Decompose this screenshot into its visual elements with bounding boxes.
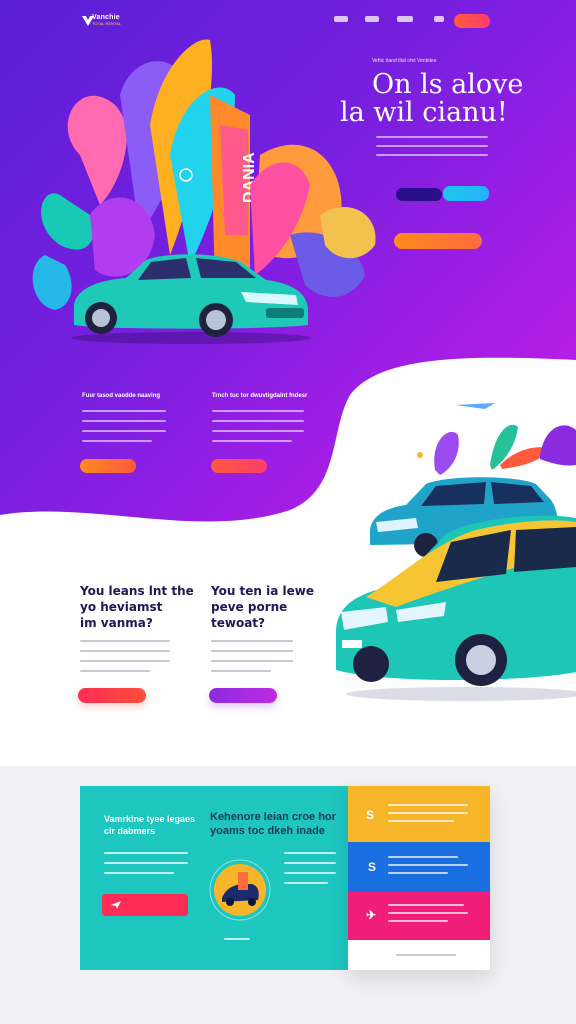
- teal-card-title-line2: cir dabmers: [104, 826, 156, 836]
- section2-text-line: [80, 670, 150, 672]
- center-card-caption: [224, 938, 250, 940]
- nav-link-1[interactable]: [334, 16, 348, 22]
- hero-paragraph-line: [376, 145, 488, 147]
- center-card-text-line: [284, 872, 336, 874]
- feature-1-button[interactable]: [80, 459, 136, 473]
- center-card-text-line: [284, 882, 328, 884]
- stack-footer-line: [396, 954, 456, 956]
- section2-right-title-line2: peve porne: [211, 600, 288, 614]
- section2-text-line: [80, 640, 170, 642]
- feature-text-line: [212, 440, 292, 442]
- feature-text-line: [82, 430, 166, 432]
- hero-paragraph-line: [376, 154, 488, 156]
- feature-text-line: [82, 410, 166, 412]
- stack-pink-icon: ✈: [366, 908, 377, 922]
- stack-text-line: [388, 820, 454, 822]
- brand-logo-text[interactable]: Vanchie: [92, 14, 120, 21]
- section2-text-line: [211, 640, 293, 642]
- stack-yellow-icon: S: [366, 808, 375, 822]
- stack-text-line: [388, 904, 464, 906]
- nav-link-2[interactable]: [365, 16, 379, 22]
- car-emblem-illustration: [209, 859, 271, 921]
- center-card-title-line1: Kehenore leian croe hor: [210, 811, 336, 823]
- feature-2-button[interactable]: [211, 459, 267, 473]
- nav-link-3[interactable]: [397, 16, 413, 22]
- feature-text-line: [82, 440, 152, 442]
- stack-blue-icon: S: [368, 860, 377, 874]
- section2-right-title-line3: tewoat?: [211, 616, 265, 630]
- teal-card-title-line1: Vamrkine tyee legaes: [104, 814, 196, 824]
- section2-text-line: [211, 650, 293, 652]
- hero-title-line2: la wil cianu!: [340, 97, 508, 128]
- center-card-title-line2: yoams toc dkeh inade: [210, 825, 325, 837]
- center-card-text-line: [284, 862, 336, 864]
- stack-text-line: [388, 912, 468, 914]
- yellow-teal-car-image: [336, 515, 576, 701]
- hero-secondary-button[interactable]: [396, 188, 442, 201]
- stack-text-line: [388, 804, 468, 806]
- section2-right-button[interactable]: [209, 688, 277, 703]
- section2-right-title-line1: You ten ia lewe: [211, 584, 315, 598]
- stack-text-line: [388, 856, 458, 858]
- stack-text-line: [388, 920, 448, 922]
- hero-kicker: Vehic rland tital ofet Ventidee: [372, 58, 437, 64]
- teal-card-text-line: [104, 852, 188, 854]
- hero-primary-button[interactable]: [443, 186, 489, 201]
- center-card-text-line: [284, 852, 336, 854]
- hero-title-line1: On ls alove: [372, 69, 524, 100]
- nav-link-4[interactable]: [434, 16, 444, 22]
- feature-text-line: [82, 420, 166, 422]
- section2-left-title-line1: You leans lnt the: [80, 584, 194, 598]
- teal-card-button[interactable]: [102, 894, 188, 916]
- feature-text-line: [212, 430, 304, 432]
- section2-text-line: [211, 670, 271, 672]
- brand-logo-subtitle: TOTAL RENTAL: [92, 21, 121, 26]
- section2-left-button[interactable]: [78, 688, 146, 703]
- teal-card-text-line: [104, 862, 188, 864]
- feature-heading-2: Trnch tuc tor dwuvtigdalnt fndesr: [212, 393, 308, 399]
- feature-text-line: [212, 420, 304, 422]
- stack-text-line: [388, 812, 468, 814]
- section2-left-title-line2: yo heviamst: [80, 600, 163, 614]
- section2-text-line: [211, 660, 293, 662]
- feature-text-line: [212, 410, 304, 412]
- section2-text-line: [80, 650, 170, 652]
- plane-icon: [111, 901, 121, 909]
- section2-left-title-line3: im vanma?: [80, 616, 153, 630]
- stack-text-line: [388, 872, 448, 874]
- teal-card-text-line: [104, 872, 174, 874]
- hero-paragraph-line: [376, 136, 488, 138]
- hero-book-button[interactable]: [394, 233, 482, 249]
- section2-text-line: [80, 660, 170, 662]
- nav-cta-button[interactable]: [454, 14, 490, 28]
- hero-car-image: [71, 254, 311, 344]
- feature-heading-1: Fuur tasod vaodde naaving: [82, 393, 161, 399]
- stack-text-line: [388, 864, 468, 866]
